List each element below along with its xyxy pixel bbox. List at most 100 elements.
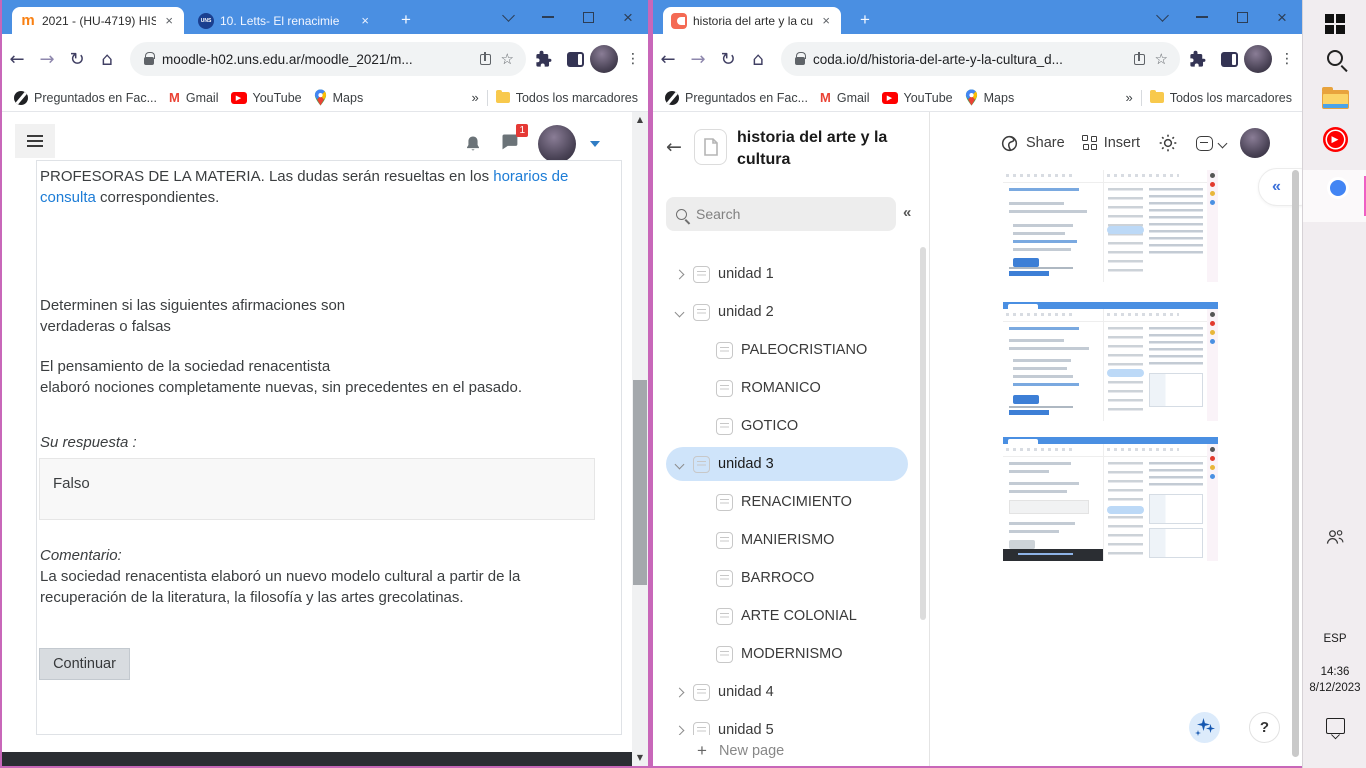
chevron-down-icon[interactable] (1217, 138, 1228, 148)
bookmark-maps[interactable]: Maps (965, 89, 1014, 106)
notification-center-button[interactable] (1303, 718, 1366, 734)
maximize-button[interactable] (568, 0, 608, 34)
bookmarks-overflow[interactable]: » (1125, 90, 1132, 105)
sidebar-item-romanico[interactable]: ROMANICO (666, 371, 908, 405)
sidebar-item-unidad-4[interactable]: unidad 4 (666, 675, 908, 709)
new-tab-button[interactable]: + (394, 8, 418, 32)
chevron-down-icon[interactable] (674, 307, 685, 317)
close-button[interactable]: × (1262, 0, 1302, 34)
share-button[interactable]: Share (1000, 134, 1065, 153)
tab-search-button[interactable] (488, 0, 528, 34)
help-button[interactable]: ? (1249, 712, 1280, 743)
minimize-button[interactable] (1182, 0, 1222, 34)
back-button[interactable]: ← (2, 49, 32, 70)
chevron-right-icon[interactable] (674, 725, 685, 735)
bookmark-gmail[interactable]: M Gmail (820, 90, 870, 105)
url-text[interactable]: coda.io/d/historia-del-arte-y-la-cultura… (813, 52, 1124, 67)
address-bar[interactable]: coda.io/d/historia-del-arte-y-la-cultura… (781, 42, 1180, 76)
sidebar-item-gotico[interactable]: GOTICO (666, 409, 908, 443)
url-text[interactable]: moodle-h02.uns.edu.ar/moodle_2021/m... (162, 52, 470, 67)
insert-button[interactable]: Insert (1081, 135, 1140, 151)
bookmark-star-icon[interactable]: ☆ (501, 50, 514, 68)
close-button[interactable]: × (608, 0, 648, 34)
sidebar-item-unidad-2[interactable]: unidad 2 (666, 295, 908, 329)
tab-search-button[interactable] (1142, 0, 1182, 34)
bookmark-gmail[interactable]: M Gmail (169, 90, 219, 105)
address-bar[interactable]: moodle-h02.uns.edu.ar/moodle_2021/m... ☆ (130, 42, 526, 76)
embedded-screenshot-2[interactable] (1003, 302, 1218, 421)
youtube-music-button[interactable]: ▶ (1303, 127, 1366, 152)
continue-button[interactable]: Continuar (39, 648, 130, 680)
sidebar-scrollbar-thumb[interactable] (920, 247, 926, 620)
tab-moodle[interactable]: m 2021 - (HU-4719) HIST × (12, 7, 184, 34)
chrome-taskbar-button[interactable] (1303, 170, 1366, 222)
language-indicator[interactable]: ESP (1303, 633, 1366, 645)
menu-icon[interactable]: ⋮ (626, 51, 640, 67)
comments-button[interactable] (1195, 135, 1213, 151)
scrollbar-thumb[interactable] (1292, 170, 1299, 757)
bell-icon[interactable] (463, 133, 483, 155)
tab-close-icon[interactable]: × (819, 13, 833, 28)
sidebar-item-barroco[interactable]: BARROCO (666, 561, 908, 595)
maximize-button[interactable] (1222, 0, 1262, 34)
user-avatar[interactable] (538, 125, 576, 163)
sidebar-item-modernismo[interactable]: MODERNISMO (666, 637, 908, 671)
people-tray-button[interactable] (1303, 528, 1366, 546)
clock-date[interactable]: 8/12/2023 (1303, 682, 1366, 694)
menu-icon[interactable]: ⋮ (1280, 51, 1294, 67)
messages-wrap[interactable]: 1 (499, 124, 528, 157)
all-bookmarks[interactable]: Todos los marcadores (495, 90, 638, 105)
new-tab-button[interactable]: + (853, 8, 877, 32)
caret-down-icon[interactable] (590, 141, 600, 147)
reload-button[interactable]: ↻ (713, 49, 743, 70)
sidebar-item-manierismo[interactable]: MANIERISMO (666, 523, 908, 557)
tab-close-icon[interactable]: × (358, 13, 372, 28)
sidebar-collapse-icon[interactable]: « (903, 204, 911, 221)
new-page-button[interactable]: + New page (653, 735, 929, 766)
scrollbar[interactable]: ▲ ▼ (632, 112, 648, 766)
sidebar-item-paleocristiano[interactable]: PALEOCRISTIANO (666, 333, 908, 367)
side-panel-icon[interactable] (567, 51, 584, 67)
home-button[interactable]: ⌂ (743, 49, 773, 70)
profile-avatar[interactable] (1244, 45, 1272, 73)
embedded-screenshot-3[interactable] (1003, 437, 1218, 561)
scroll-down-icon[interactable]: ▼ (632, 750, 648, 766)
ai-assistant-button[interactable] (1189, 712, 1220, 743)
scroll-up-icon[interactable]: ▲ (632, 112, 648, 128)
bookmark-preguntados[interactable]: Preguntados en Fac... (14, 90, 157, 105)
search-bar[interactable] (666, 197, 896, 231)
profile-avatar[interactable] (590, 45, 618, 73)
forward-button[interactable]: → (683, 49, 713, 70)
bookmark-maps[interactable]: Maps (314, 89, 363, 106)
taskbar-search-button[interactable] (1303, 50, 1366, 66)
tab-coda[interactable]: historia del arte y la cultura · uni × (663, 7, 841, 34)
hamburger-menu-icon[interactable] (15, 124, 55, 158)
side-panel-icon[interactable] (1221, 51, 1238, 67)
extensions-icon[interactable] (1188, 50, 1207, 69)
bookmark-youtube[interactable]: ▶ YouTube (230, 91, 302, 105)
bookmarks-overflow[interactable]: » (471, 90, 478, 105)
scrollbar-thumb[interactable] (633, 380, 647, 585)
sidebar-item-arte-colonial[interactable]: ARTE COLONIAL (666, 599, 908, 633)
tab-uns[interactable]: UNS 10. Letts- El renacimie × (190, 7, 380, 34)
bookmark-star-icon[interactable]: ☆ (1155, 50, 1168, 68)
embedded-screenshot-1[interactable] (1003, 170, 1218, 282)
extensions-icon[interactable] (534, 50, 553, 69)
tab-close-icon[interactable]: × (162, 13, 176, 28)
back-button[interactable]: ← (653, 49, 683, 70)
chevron-right-icon[interactable] (674, 687, 685, 697)
sidebar-item-renacimiento[interactable]: RENACIMIENTO (666, 485, 908, 519)
bookmark-youtube[interactable]: ▶ YouTube (881, 91, 953, 105)
share-icon[interactable] (1133, 51, 1145, 65)
sidebar-item-unidad-1[interactable]: unidad 1 (666, 257, 908, 291)
all-bookmarks[interactable]: Todos los marcadores (1149, 90, 1292, 105)
settings-button[interactable] (1158, 133, 1178, 153)
chevron-right-icon[interactable] (674, 269, 685, 279)
start-button[interactable] (1303, 14, 1366, 34)
back-icon[interactable]: ← (666, 136, 682, 158)
reload-button[interactable]: ↻ (62, 49, 92, 70)
search-input[interactable] (696, 206, 846, 222)
clock-time[interactable]: 14:36 (1303, 666, 1366, 678)
forward-button[interactable]: → (32, 49, 62, 70)
coda-user-avatar[interactable] (1239, 128, 1270, 158)
